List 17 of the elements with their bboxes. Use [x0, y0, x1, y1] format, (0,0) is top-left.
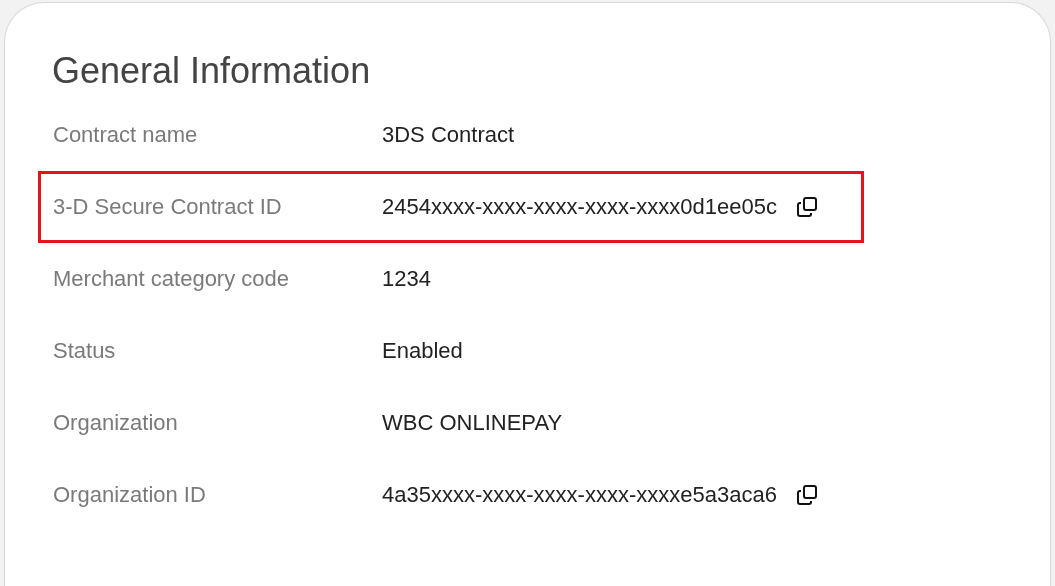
- field-label: Organization ID: [53, 482, 207, 508]
- field-value: 2454xxxx-xxxx-xxxx-xxxx-xxxx0d1ee05c: [382, 194, 777, 220]
- field-label: Contract name: [53, 122, 199, 148]
- field-label: 3-D Secure Contract ID: [53, 194, 283, 220]
- copy-icon: [795, 196, 818, 218]
- copy-button[interactable]: [794, 483, 819, 507]
- field-value: 1234: [382, 266, 431, 292]
- card-title: General Information: [52, 49, 371, 93]
- field-value: WBC ONLINEPAY: [382, 410, 563, 436]
- copy-button[interactable]: [794, 195, 819, 219]
- field-value: Enabled: [382, 338, 463, 364]
- copy-icon: [795, 484, 818, 506]
- field-value: 3DS Contract: [382, 122, 515, 148]
- field-label: Merchant category code: [53, 266, 291, 292]
- field-label: Organization: [53, 410, 179, 436]
- field-label: Status: [53, 338, 117, 364]
- field-value: 4a35xxxx-xxxx-xxxx-xxxx-xxxxe5a3aca6: [382, 482, 777, 508]
